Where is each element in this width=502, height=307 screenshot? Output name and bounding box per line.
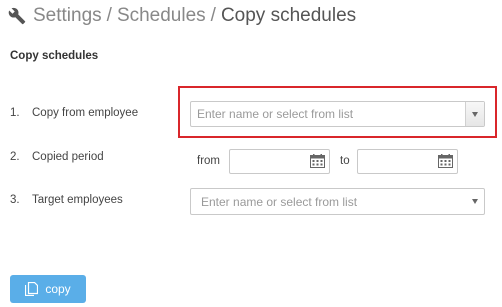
calendar-icon[interactable]	[310, 154, 325, 168]
dropdown-arrow-icon[interactable]	[465, 102, 484, 126]
breadcrumb-current: Copy schedules	[220, 5, 357, 26]
copy-button[interactable]: copy	[10, 275, 86, 303]
breadcrumb-schedules[interactable]: Schedules	[117, 5, 206, 27]
dropdown-arrow-icon[interactable]	[466, 199, 484, 204]
wrench-icon	[8, 7, 26, 25]
copy-button-label: copy	[45, 282, 71, 296]
breadcrumb-settings[interactable]: Settings	[33, 5, 102, 27]
target-employees-combobox[interactable]: Enter name or select from list	[190, 188, 485, 215]
to-date-input[interactable]	[357, 149, 458, 174]
copy-icon	[25, 282, 39, 296]
from-label: from	[197, 155, 220, 167]
breadcrumb-separator: /	[106, 5, 112, 26]
row-number: 3.	[10, 194, 20, 206]
copy-from-employee-combobox[interactable]: Enter name or select from list	[190, 101, 485, 127]
copy-from-employee-input[interactable]: Enter name or select from list	[197, 107, 465, 121]
target-employees-input[interactable]: Enter name or select from list	[201, 195, 466, 209]
row-number: 2.	[10, 151, 20, 163]
copied-period-label: Copied period	[32, 151, 104, 163]
to-label: to	[340, 155, 350, 167]
breadcrumb: Settings / Schedules / Copy schedules	[8, 2, 356, 30]
row-number: 1.	[10, 107, 20, 119]
target-employees-label: Target employees	[32, 194, 123, 206]
section-title: Copy schedules	[10, 50, 99, 62]
copy-from-employee-label: Copy from employee	[32, 107, 139, 119]
from-date-input[interactable]	[229, 149, 330, 174]
calendar-icon[interactable]	[438, 154, 453, 168]
breadcrumb-separator: /	[210, 5, 216, 26]
